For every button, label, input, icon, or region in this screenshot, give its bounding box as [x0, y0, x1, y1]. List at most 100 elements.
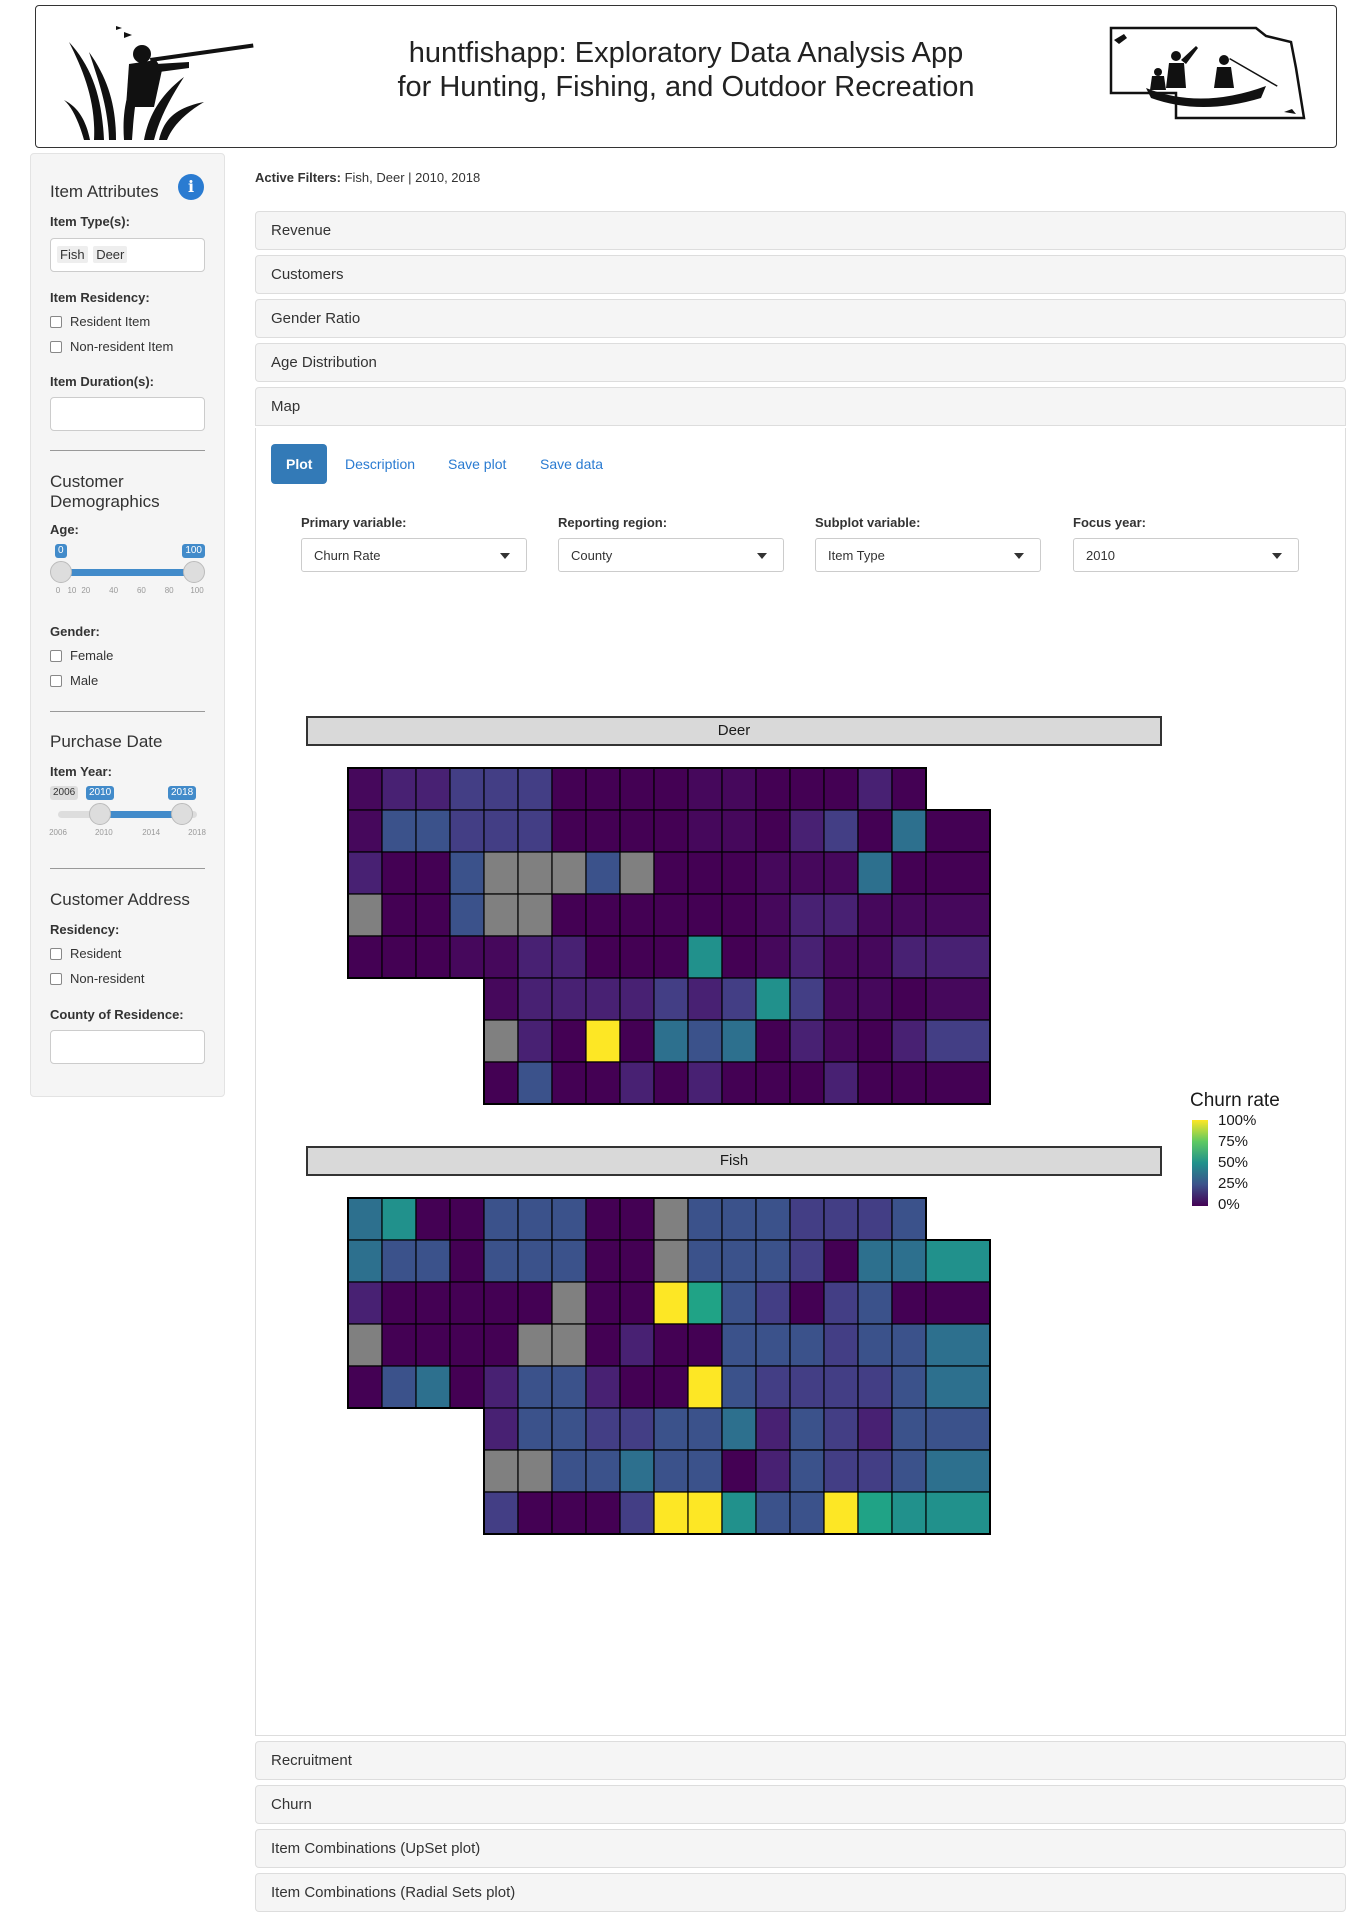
county-region — [619, 1491, 655, 1535]
county-region — [347, 893, 383, 937]
county-region — [653, 809, 689, 853]
county-region — [721, 1239, 757, 1283]
age-tick: 80 — [164, 586, 174, 595]
county-region — [789, 977, 825, 1021]
county-region — [721, 935, 757, 979]
county-region — [483, 809, 519, 853]
item-type-chip[interactable]: Deer — [93, 246, 128, 263]
age-max-handle[interactable] — [183, 561, 205, 583]
county-region — [755, 935, 791, 979]
demographics-heading-line1: Customer — [50, 472, 124, 491]
nonresident-checkbox[interactable]: Non-resident — [50, 971, 144, 986]
subplot-variable-select[interactable]: Item Type — [815, 538, 1041, 572]
county-region — [721, 851, 757, 895]
active-filters-value: Fish, Deer | 2010, 2018 — [340, 170, 481, 185]
panel-item-combinations-radial[interactable]: Item Combinations (Radial Sets plot) — [255, 1873, 1346, 1912]
resident-label: Resident — [70, 946, 122, 961]
county-region — [517, 1197, 553, 1241]
item-duration-input[interactable] — [50, 397, 205, 431]
reporting-region-label: Reporting region: — [558, 515, 668, 530]
tab-save-plot[interactable]: Save plot — [448, 444, 506, 484]
male-checkbox[interactable]: Male — [50, 673, 98, 688]
county-region — [823, 1061, 859, 1105]
legend-label: 25% — [1218, 1175, 1249, 1192]
county-region — [585, 893, 621, 937]
county-region — [925, 1365, 991, 1409]
county-region — [891, 893, 927, 937]
county-region — [517, 809, 553, 853]
age-tick: 100 — [190, 586, 204, 595]
panel-churn[interactable]: Churn — [255, 1785, 1346, 1824]
panel-customers[interactable]: Customers — [255, 255, 1346, 294]
female-checkbox[interactable]: Female — [50, 648, 113, 663]
county-region — [517, 935, 553, 979]
nonresident-item-checkbox[interactable]: Non-resident Item — [50, 339, 173, 354]
item-residency-label: Item Residency: — [50, 290, 150, 305]
county-region — [823, 851, 859, 895]
county-region — [823, 1365, 859, 1409]
county-region — [517, 1019, 553, 1063]
county-region — [415, 767, 451, 811]
tab-plot[interactable]: Plot — [271, 444, 328, 484]
panel-item-combinations-upset[interactable]: Item Combinations (UpSet plot) — [255, 1829, 1346, 1868]
county-residence-label: County of Residence: — [50, 1007, 184, 1022]
county-region — [857, 1061, 893, 1105]
county-region — [755, 1019, 791, 1063]
divider — [50, 868, 205, 869]
resident-checkbox[interactable]: Resident — [50, 946, 121, 961]
county-region — [755, 1061, 791, 1105]
app-header: huntfishapp: Exploratory Data Analysis A… — [35, 5, 1337, 148]
county-region — [653, 935, 689, 979]
item-year-slider[interactable]: 2006 2010 2018 2006 2010 2014 2018 — [49, 786, 206, 846]
county-region — [857, 1449, 893, 1493]
county-region — [483, 1365, 519, 1409]
panel-recruitment[interactable]: Recruitment — [255, 1741, 1346, 1780]
item-types-label: Item Type(s): — [50, 214, 130, 229]
address-residency-label: Residency: — [50, 922, 120, 937]
county-region — [755, 1323, 791, 1367]
age-min-handle[interactable] — [50, 561, 72, 583]
county-region — [823, 809, 859, 853]
age-tick: 40 — [109, 586, 119, 595]
year-from-handle[interactable] — [89, 803, 111, 825]
primary-variable-select[interactable]: Churn Rate — [301, 538, 527, 572]
county-region — [449, 1323, 485, 1367]
resident-item-checkbox[interactable]: Resident Item — [50, 314, 150, 329]
age-max-tag: 100 — [182, 544, 205, 558]
county-region — [687, 977, 723, 1021]
filter-sidebar: Item Attributes i Item Type(s): Fish Dee… — [30, 153, 225, 1097]
county-region — [891, 1061, 927, 1105]
panel-age-distribution[interactable]: Age Distribution — [255, 343, 1346, 382]
year-to-handle[interactable] — [171, 803, 193, 825]
panel-gender-ratio[interactable]: Gender Ratio — [255, 299, 1346, 338]
county-region — [687, 767, 723, 811]
county-region — [755, 893, 791, 937]
county-residence-input[interactable] — [50, 1030, 205, 1064]
county-region — [517, 1239, 553, 1283]
county-region — [891, 1323, 927, 1367]
panel-map[interactable]: Map — [255, 387, 1346, 426]
item-type-chip[interactable]: Fish — [57, 246, 88, 263]
tab-save-data[interactable]: Save data — [540, 444, 603, 484]
county-region — [517, 1407, 553, 1451]
info-icon[interactable]: i — [178, 174, 204, 200]
county-region — [857, 977, 893, 1021]
focus-year-label: Focus year: — [1073, 515, 1146, 530]
county-region — [483, 851, 519, 895]
county-region — [721, 767, 757, 811]
age-slider[interactable]: 0 100 0 10 20 40 60 80 100 — [50, 544, 205, 604]
panel-revenue[interactable]: Revenue — [255, 211, 1346, 250]
county-region — [721, 809, 757, 853]
county-region — [789, 1281, 825, 1325]
county-region — [755, 767, 791, 811]
focus-year-select[interactable]: 2010 — [1073, 538, 1299, 572]
item-types-input[interactable]: Fish Deer — [50, 238, 205, 272]
primary-variable-value: Churn Rate — [314, 548, 381, 563]
legend-label: 0% — [1218, 1196, 1240, 1213]
reporting-region-select[interactable]: County — [558, 538, 784, 572]
item-year-label: Item Year: — [50, 764, 112, 779]
tab-description[interactable]: Description — [345, 444, 415, 484]
app-title-line1: huntfishapp: Exploratory Data Analysis A… — [408, 37, 964, 69]
county-region — [823, 1197, 859, 1241]
county-region — [891, 1197, 927, 1241]
